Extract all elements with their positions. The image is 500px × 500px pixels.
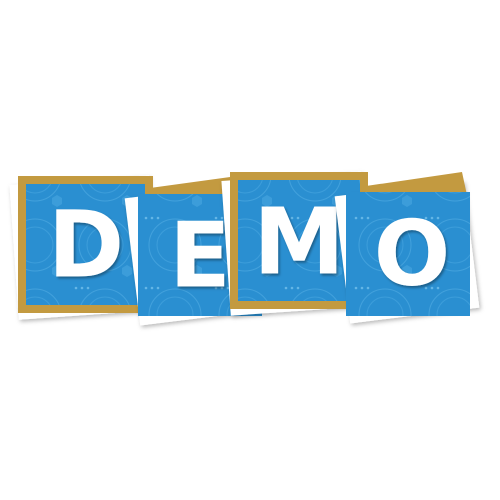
demo-banner: D E M O xyxy=(9,171,480,326)
tile-e-letter: E xyxy=(169,204,230,309)
tile-m-letter: M xyxy=(253,189,345,296)
tile-o: O xyxy=(334,172,480,324)
tile-d-letter: D xyxy=(48,192,124,299)
tile-o-letter: O xyxy=(374,202,451,307)
